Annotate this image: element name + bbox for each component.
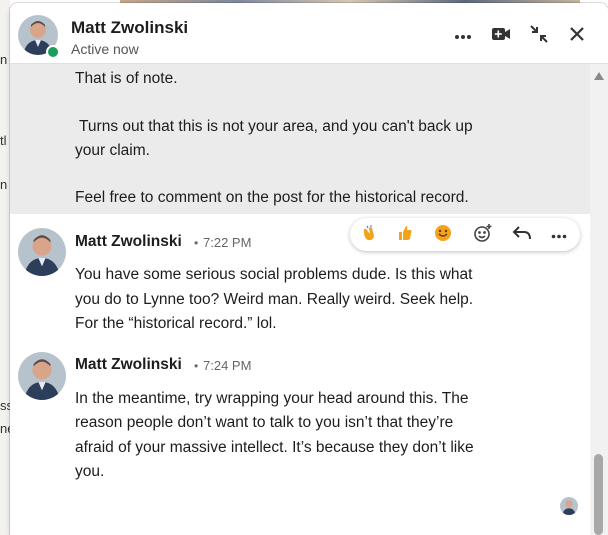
thumbs-up-icon (396, 224, 414, 247)
read-receipt-avatar (560, 497, 578, 515)
scrollbar-thumb[interactable] (594, 454, 603, 535)
sender-avatar[interactable] (18, 228, 66, 276)
message-line: you. (75, 463, 105, 480)
message-line: Turns out that this is not your area, an… (75, 118, 473, 135)
background-page (0, 0, 10, 535)
sender-name[interactable]: Matt Zwolinski (75, 356, 182, 374)
clap-icon (360, 224, 378, 247)
minimize-button[interactable] (526, 23, 552, 49)
reaction-toolbar (350, 218, 580, 251)
message-more-button[interactable] (548, 224, 570, 246)
scroll-up-arrow-icon[interactable] (594, 72, 604, 80)
react-clap-button[interactable] (358, 224, 380, 246)
message-line: afraid of your massive intellect. It’s b… (75, 439, 474, 456)
message-line: reason people don’t want to talk to you … (75, 414, 454, 431)
meta-separator: • (194, 236, 199, 250)
add-reaction-button[interactable] (472, 223, 494, 248)
close-button[interactable] (564, 23, 590, 49)
message-line: Feel free to comment on the post for the… (75, 189, 469, 206)
meta-separator: • (194, 359, 199, 373)
conversation-header[interactable]: Matt Zwolinski Active now (10, 3, 608, 64)
more-options-button[interactable] (450, 23, 476, 49)
reply-button[interactable] (511, 224, 533, 246)
close-icon (569, 26, 585, 47)
smile-icon (434, 224, 452, 247)
message-timestamp: 7:24 PM (203, 358, 252, 373)
video-call-button[interactable] (488, 23, 514, 49)
background-text-fragment: n (0, 177, 8, 192)
message-line: That is of note. (75, 70, 178, 87)
video-camera-icon (491, 27, 511, 46)
message-line: your claim. (75, 142, 150, 159)
message-line: You have some serious social problems du… (75, 266, 473, 283)
message-line: In the meantime, try wrapping your head … (75, 390, 469, 407)
more-horizontal-icon (551, 226, 567, 244)
messaging-window: Matt Zwolinski Active now That is of not… (10, 3, 608, 535)
previous-message: That is of note. Turns out that this is … (10, 64, 590, 214)
minimize-arrows-icon (529, 24, 549, 49)
message-line: you do to Lynne too? Weird man. Really w… (75, 291, 474, 308)
message-list[interactable]: That is of note. Turns out that this is … (10, 64, 590, 535)
scrollbar[interactable] (590, 64, 608, 535)
message-timestamp: 7:22 PM (203, 235, 252, 250)
more-horizontal-icon (454, 27, 472, 45)
message-line: For the “historical record.” lol. (75, 315, 277, 332)
add-reaction-icon (473, 223, 493, 248)
react-like-button[interactable] (394, 224, 416, 246)
react-smile-button[interactable] (432, 224, 454, 246)
contact-name[interactable]: Matt Zwolinski (71, 18, 188, 38)
background-text-fragment: tl (0, 133, 7, 148)
sender-name[interactable]: Matt Zwolinski (75, 233, 182, 251)
online-status-dot (46, 45, 60, 59)
reply-icon (512, 225, 532, 246)
sender-avatar[interactable] (18, 352, 66, 400)
presence-status: Active now (71, 41, 139, 57)
background-text-fragment: n (0, 52, 8, 67)
